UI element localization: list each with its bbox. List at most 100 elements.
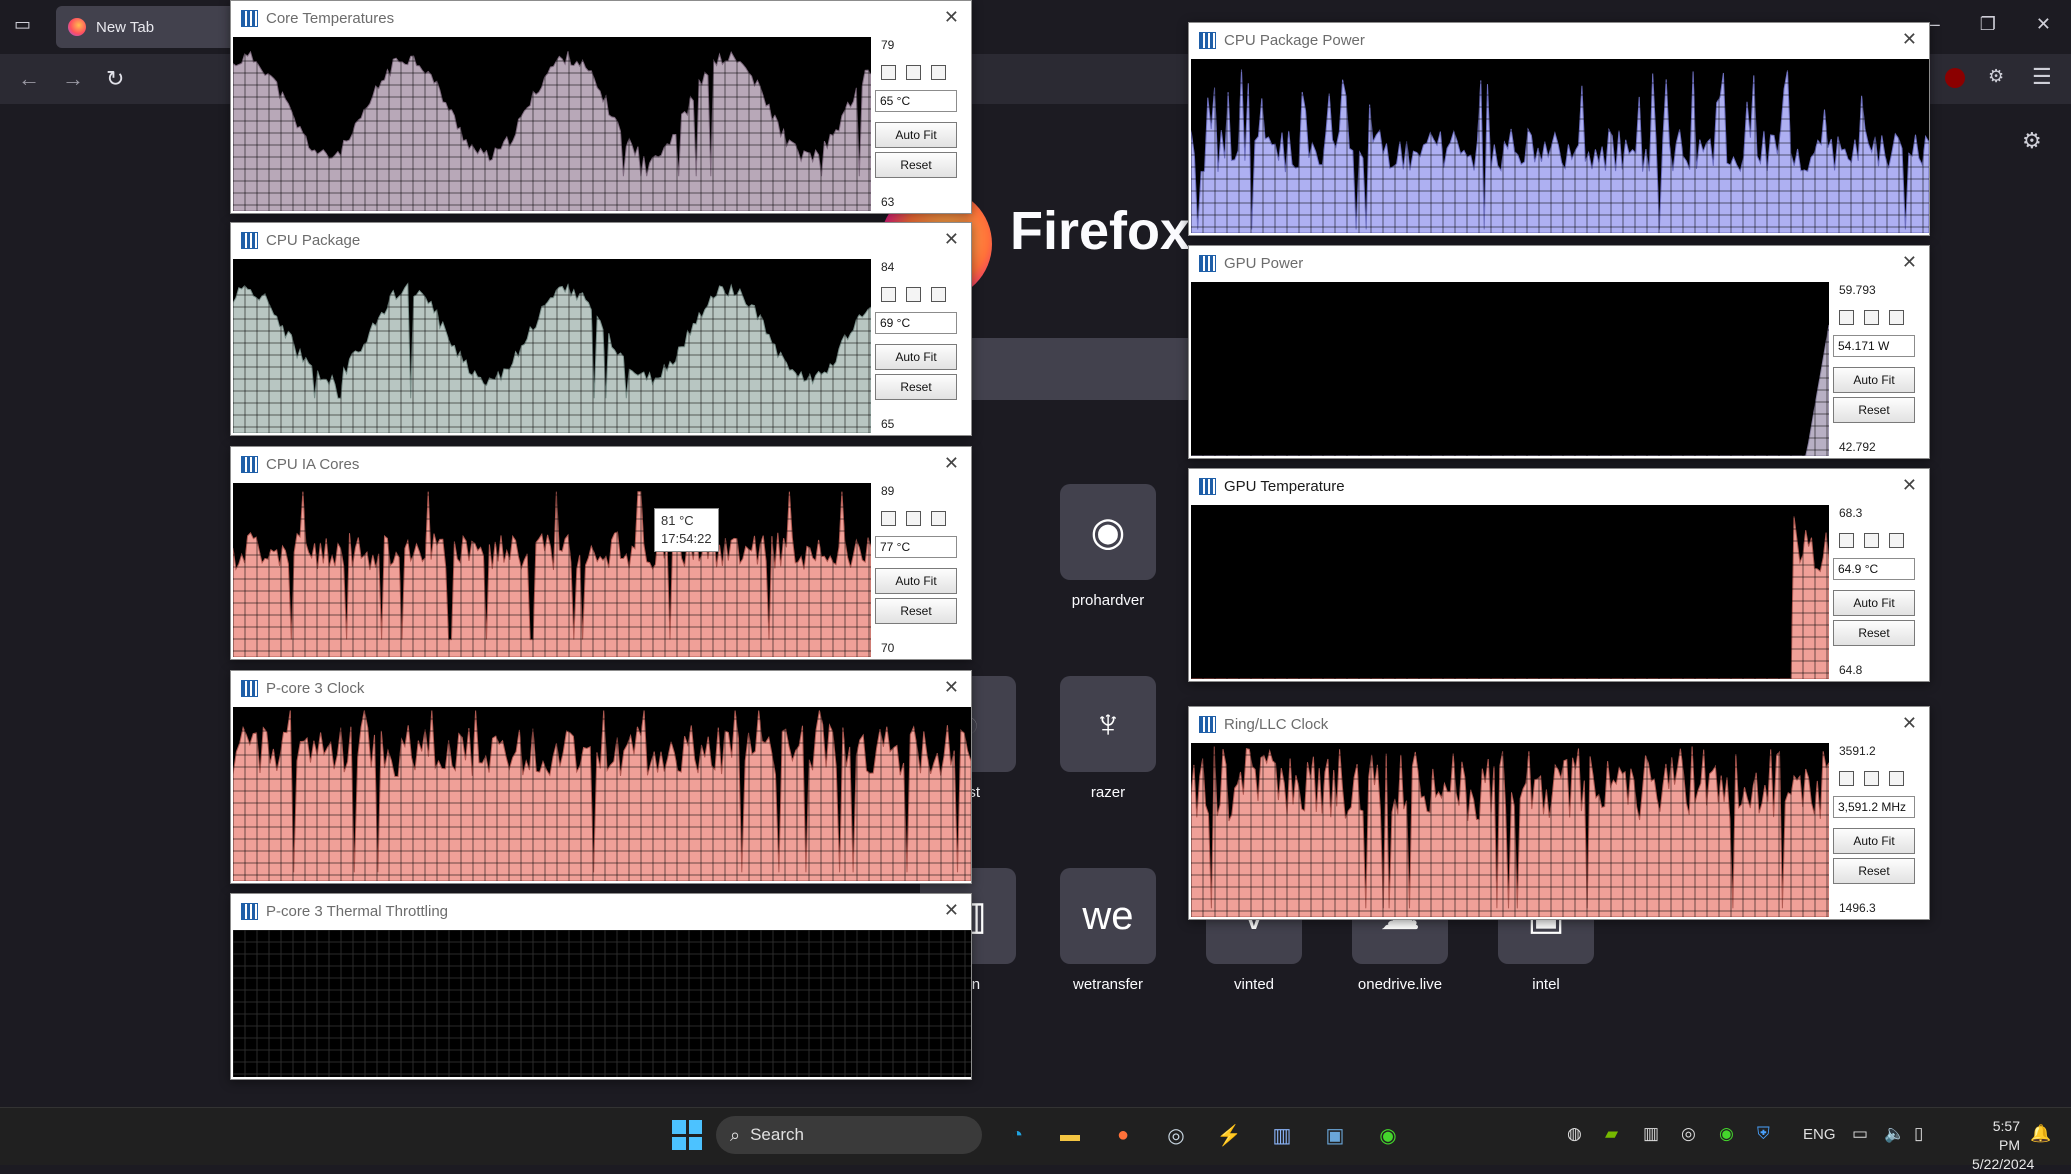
close-icon[interactable]: ✕	[944, 453, 959, 474]
graph-window-cpu-package[interactable]: CPU Package ✕ 84 69 °C Auto Fit Reset 65	[230, 222, 972, 436]
newtab-search-box[interactable]	[960, 338, 1220, 400]
close-icon[interactable]: ✕	[944, 229, 959, 250]
menu-icon[interactable]: ☰	[2032, 64, 2052, 90]
display-icon[interactable]: ▭	[1852, 1124, 1868, 1144]
close-icon[interactable]: ✕	[1902, 475, 1917, 496]
option-checkbox[interactable]	[1839, 310, 1854, 325]
tab-new-tab[interactable]: New Tab	[56, 6, 236, 48]
option-checkbox[interactable]	[881, 511, 896, 526]
nvidia-icon[interactable]: ▰	[1605, 1124, 1618, 1144]
graph-window-p-core-3-clock[interactable]: P-core 3 Clock ✕	[230, 670, 972, 884]
graph-window-ring-llc-clock[interactable]: Ring/LLC Clock ✕ 3591.2 3,591.2 MHz Auto Fit…	[1188, 706, 1930, 920]
graph-window-titlebar[interactable]: CPU IA Cores ✕	[231, 447, 971, 481]
steam-icon[interactable]: ◎	[1159, 1118, 1193, 1152]
option-checkbox[interactable]	[906, 65, 921, 80]
graph-window-titlebar[interactable]: CPU Package Power ✕	[1189, 23, 1929, 57]
graph-current-value[interactable]: 3,591.2 MHz	[1833, 796, 1915, 818]
close-icon[interactable]: ✕	[944, 900, 959, 921]
option-checkbox[interactable]	[1864, 533, 1879, 548]
firefox-icon[interactable]: ●	[1106, 1118, 1140, 1152]
auto-fit-button[interactable]: Auto Fit	[875, 122, 957, 148]
close-icon[interactable]: ✕	[1902, 252, 1917, 273]
graph-window-core-temperatures[interactable]: Core Temperatures ✕ 79 65 °C Auto Fit Reset 63	[230, 0, 972, 214]
steam-tray-icon[interactable]: ◎	[1681, 1124, 1696, 1144]
graph-current-value[interactable]: 69 °C	[875, 312, 957, 334]
minimize-icon[interactable]: –	[1930, 14, 1940, 35]
graph-window-cpu-ia-cores[interactable]: CPU IA Cores ✕ 89 77 °C Auto Fit Reset 70	[230, 446, 972, 660]
auto-fit-button[interactable]: Auto Fit	[1833, 828, 1915, 854]
monitor-app-icon[interactable]: ▣	[1318, 1118, 1352, 1152]
hwinfo-tray-icon[interactable]: ▥	[1643, 1124, 1659, 1144]
reset-button[interactable]: Reset	[875, 598, 957, 624]
taskbar-search[interactable]: ⌕ Search	[716, 1116, 982, 1154]
graph-current-value[interactable]: 64.9 °C	[1833, 558, 1915, 580]
reset-button[interactable]: Reset	[1833, 620, 1915, 646]
option-checkbox[interactable]	[1889, 533, 1904, 548]
shortcut-tile[interactable]: ♆	[1060, 676, 1156, 772]
close-icon[interactable]: ✕	[1902, 29, 1917, 50]
option-checkbox[interactable]	[1839, 771, 1854, 786]
battery-icon[interactable]: ▯	[1914, 1124, 1923, 1144]
graph-current-value[interactable]: 65 °C	[875, 90, 957, 112]
option-checkbox[interactable]	[1889, 310, 1904, 325]
taskbar-clock[interactable]: 5:57 PM 5/22/2024	[1972, 1117, 2034, 1174]
graph-window-gpu-temperature[interactable]: GPU Temperature ✕ 68.3 64.9 °C Auto Fit Reset…	[1188, 468, 1930, 682]
graph-current-value[interactable]: 77 °C	[875, 536, 957, 558]
close-window-icon[interactable]: ✕	[2036, 14, 2051, 35]
option-checkbox[interactable]	[881, 65, 896, 80]
option-checkbox[interactable]	[931, 511, 946, 526]
shortcut-tile[interactable]: ◉	[1060, 484, 1156, 580]
start-button[interactable]	[672, 1120, 702, 1150]
auto-fit-button[interactable]: Auto Fit	[875, 344, 957, 370]
auto-fit-button[interactable]: Auto Fit	[1833, 590, 1915, 616]
graph-current-value[interactable]: 54.171 W	[1833, 335, 1915, 357]
option-checkbox[interactable]	[931, 287, 946, 302]
auto-fit-button[interactable]: Auto Fit	[1833, 367, 1915, 393]
option-checkbox[interactable]	[1864, 310, 1879, 325]
reset-button[interactable]: Reset	[875, 374, 957, 400]
graph-window-titlebar[interactable]: Core Temperatures ✕	[231, 1, 971, 35]
reset-button[interactable]: Reset	[1833, 397, 1915, 423]
graph-window-cpu-package-power[interactable]: CPU Package Power ✕	[1188, 22, 1930, 236]
back-icon[interactable]: ←	[18, 66, 40, 92]
ublock-icon[interactable]	[1945, 68, 1965, 88]
forward-icon[interactable]: →	[62, 66, 84, 92]
file-explorer-icon[interactable]: ▬	[1053, 1118, 1087, 1152]
shortcut-tile[interactable]: we	[1060, 868, 1156, 964]
edge-icon[interactable]: ◔	[1000, 1118, 1034, 1152]
extension-icon[interactable]: ⚙	[1988, 66, 2004, 87]
option-checkbox[interactable]	[881, 287, 896, 302]
graph-window-titlebar[interactable]: P-core 3 Thermal Throttling ✕	[231, 894, 971, 928]
restore-icon[interactable]: ❐	[1980, 14, 1996, 35]
newtab-settings-icon[interactable]: ⚙	[2022, 128, 2042, 154]
auto-fit-button[interactable]: Auto Fit	[875, 568, 957, 594]
graph-window-titlebar[interactable]: P-core 3 Clock ✕	[231, 671, 971, 705]
app-icon[interactable]: ⚡	[1212, 1118, 1246, 1152]
reset-button[interactable]: Reset	[1833, 858, 1915, 884]
option-checkbox[interactable]	[1889, 771, 1904, 786]
graph-window-titlebar[interactable]: CPU Package ✕	[231, 223, 971, 257]
close-icon[interactable]: ✕	[1902, 713, 1917, 734]
reset-button[interactable]: Reset	[875, 152, 957, 178]
language-indicator[interactable]: ENG	[1803, 1126, 1836, 1143]
volume-icon[interactable]: 🔈	[1884, 1124, 1905, 1144]
network-globe-icon[interactable]: ◍	[1567, 1124, 1582, 1144]
graph-window-titlebar[interactable]: GPU Power ✕	[1189, 246, 1929, 280]
close-icon[interactable]: ✕	[944, 677, 959, 698]
graph-window-titlebar[interactable]: GPU Temperature ✕	[1189, 469, 1929, 503]
option-checkbox[interactable]	[906, 511, 921, 526]
graph-window-titlebar[interactable]: Ring/LLC Clock ✕	[1189, 707, 1929, 741]
option-checkbox[interactable]	[906, 287, 921, 302]
graph-window-p-core-3-thermal-throttling[interactable]: P-core 3 Thermal Throttling ✕	[230, 893, 972, 1080]
option-checkbox[interactable]	[1864, 771, 1879, 786]
razer-tray-icon[interactable]: ◉	[1719, 1124, 1734, 1144]
defender-icon[interactable]: ⛨	[1757, 1124, 1770, 1144]
hwinfo-icon[interactable]: ▥	[1265, 1118, 1299, 1152]
razer-icon[interactable]: ◉	[1371, 1118, 1405, 1152]
notification-bell-icon[interactable]: 🔔	[2030, 1124, 2051, 1144]
close-icon[interactable]: ✕	[944, 7, 959, 28]
option-checkbox[interactable]	[1839, 533, 1854, 548]
reload-icon[interactable]: ↻	[106, 66, 124, 92]
option-checkbox[interactable]	[931, 65, 946, 80]
graph-window-gpu-power[interactable]: GPU Power ✕ 59.793 54.171 W Auto Fit Reset 42.…	[1188, 245, 1930, 459]
